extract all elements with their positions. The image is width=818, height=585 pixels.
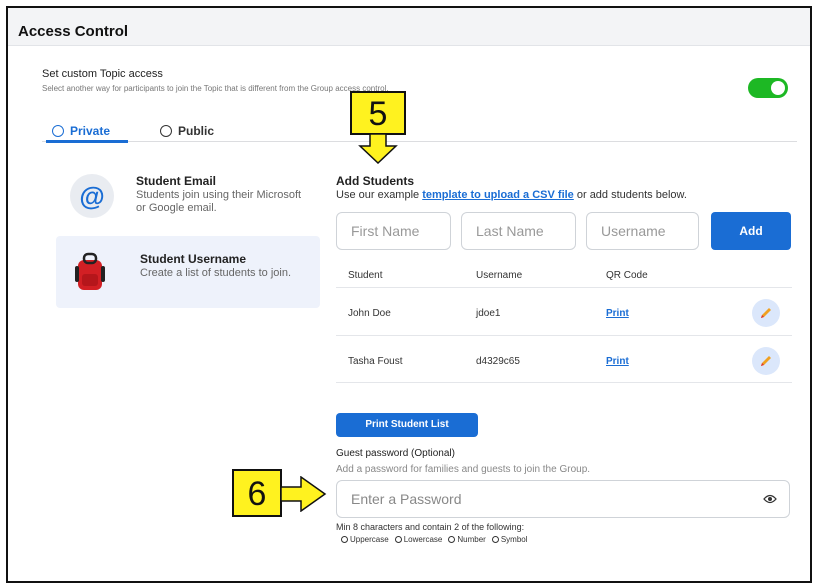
guest-password-desc: Add a password for families and guests t… xyxy=(336,464,591,475)
method-student-username[interactable]: Student Username Create a list of studen… xyxy=(56,236,320,308)
arrow-down-icon xyxy=(358,134,398,164)
desc-suffix: or add students below. xyxy=(573,189,687,201)
table-row: Tasha Foust d4329c65 Print xyxy=(336,335,792,383)
pencil-icon xyxy=(761,356,771,366)
method-title: Student Username xyxy=(140,252,247,266)
tab-private-label: Private xyxy=(70,124,111,138)
password-rule: Min 8 characters and contain 2 of the fo… xyxy=(336,522,525,532)
custom-access-title: Set custom Topic access xyxy=(42,68,163,80)
method-desc: Create a list of students to join. xyxy=(140,267,292,279)
password-placeholder: Enter a Password xyxy=(351,491,462,507)
arrow-right-icon xyxy=(281,476,327,512)
circle-icon xyxy=(341,536,348,543)
toggle-knob xyxy=(771,81,785,95)
last-name-input[interactable]: Last Name xyxy=(461,212,576,250)
guest-password-title: Guest password (Optional) xyxy=(336,448,455,459)
student-name: Tasha Foust xyxy=(348,356,403,367)
student-username: jdoe1 xyxy=(476,308,501,319)
access-tabs: Private Public xyxy=(42,118,797,143)
step-6-callout: 6 xyxy=(232,469,282,517)
first-name-input[interactable]: First Name xyxy=(336,212,451,250)
student-name: John Doe xyxy=(348,308,391,319)
add-students-title: Add Students xyxy=(336,174,414,188)
globe-icon xyxy=(160,125,172,137)
column-header-student: Student xyxy=(348,270,383,281)
pencil-icon xyxy=(761,308,771,318)
student-username: d4329c65 xyxy=(476,356,520,367)
add-students-desc: Use our example template to upload a CSV… xyxy=(336,189,687,201)
requirement-symbol: Symbol xyxy=(491,535,528,544)
active-tab-indicator xyxy=(46,140,128,143)
page-title: Access Control xyxy=(18,23,129,40)
column-header-username: Username xyxy=(476,270,523,281)
circle-icon xyxy=(491,536,499,543)
csv-template-link[interactable]: template to upload a CSV file xyxy=(422,189,574,201)
edit-student-button[interactable] xyxy=(752,347,780,375)
custom-access-subtitle: Select another way for participants to j… xyxy=(42,84,389,93)
at-sign-icon: @ xyxy=(70,174,114,218)
requirement-label: Lowercase xyxy=(403,535,443,544)
tab-public-label: Public xyxy=(178,124,215,138)
add-student-button[interactable]: Add xyxy=(711,212,791,250)
lock-check-icon xyxy=(52,125,64,137)
circle-icon xyxy=(394,536,402,543)
custom-access-toggle[interactable] xyxy=(748,78,788,98)
print-student-list-button[interactable]: Print Student List xyxy=(336,413,478,437)
eye-icon[interactable] xyxy=(763,494,777,504)
column-header-qr: QR Code xyxy=(606,270,648,281)
requirement-uppercase: Uppercase xyxy=(341,535,389,544)
guest-password-input[interactable]: Enter a Password xyxy=(336,480,790,518)
desc-prefix: Use our example xyxy=(336,189,423,201)
requirement-label: Uppercase xyxy=(350,535,389,544)
table-row: John Doe jdoe1 Print xyxy=(336,287,792,335)
password-requirements: Uppercase Lowercase Number Symbol xyxy=(341,535,528,544)
panel-header: Access Control xyxy=(8,8,810,46)
tab-private[interactable]: Private xyxy=(52,124,110,138)
access-control-panel: Access Control Set custom Topic access S… xyxy=(6,6,812,583)
method-student-email[interactable]: @ Student Email Students join using thei… xyxy=(52,158,322,230)
requirement-lowercase: Lowercase xyxy=(394,535,443,544)
print-qr-link[interactable]: Print xyxy=(606,308,629,319)
step-5-callout: 5 xyxy=(350,91,406,135)
requirement-label: Number xyxy=(457,535,486,544)
username-input[interactable]: Username xyxy=(586,212,699,250)
print-qr-link[interactable]: Print xyxy=(606,356,629,367)
method-title: Student Email xyxy=(136,174,217,188)
edit-student-button[interactable] xyxy=(752,299,780,327)
method-desc: Students join using their Microsoft or G… xyxy=(136,189,302,214)
requirement-number: Number xyxy=(448,535,486,544)
backpack-icon xyxy=(75,252,105,290)
requirement-label: Symbol xyxy=(500,535,528,544)
tab-public[interactable]: Public xyxy=(160,124,214,138)
circle-icon xyxy=(448,536,456,543)
